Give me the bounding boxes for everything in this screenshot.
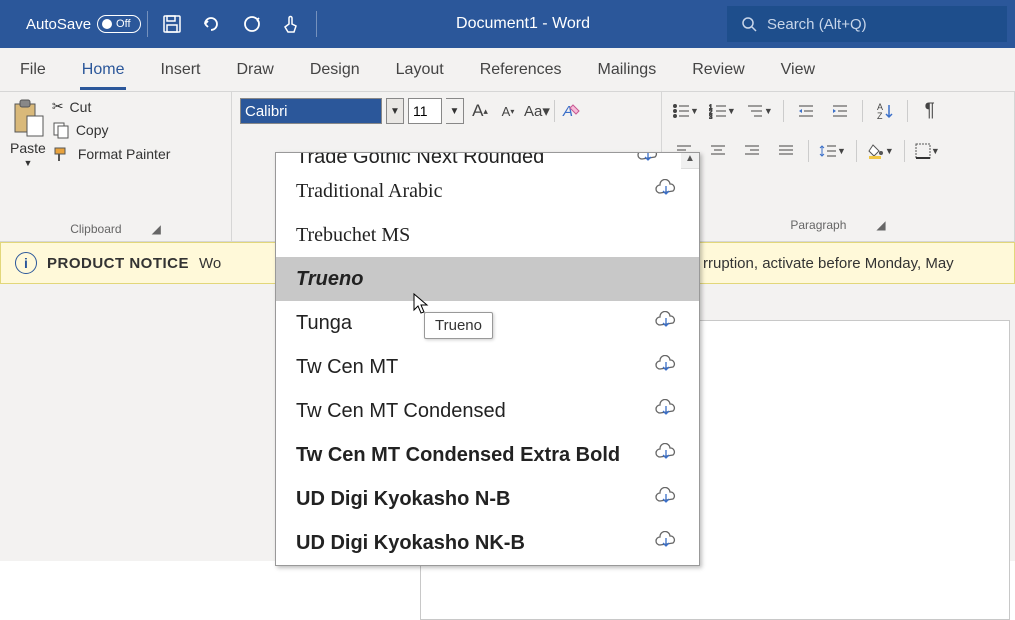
bullets-icon[interactable]: ▼	[672, 98, 699, 124]
ribbon-tabs: File Home Insert Draw Design Layout Refe…	[0, 48, 1015, 92]
tab-references[interactable]: References	[478, 53, 564, 87]
sort-icon[interactable]: AZ	[873, 98, 897, 124]
paragraph-label: Paragraph	[790, 218, 846, 232]
autosave-label: AutoSave	[26, 16, 91, 33]
paste-button[interactable]: Paste ▼	[10, 98, 46, 219]
notice-text-left: Wo	[199, 255, 221, 272]
scroll-up-button[interactable]: ▲	[681, 153, 699, 169]
font-option[interactable]: UD Digi Kyokasho N-B	[276, 477, 699, 521]
tab-mailings[interactable]: Mailings	[596, 53, 659, 87]
font-option[interactable]: Tw Cen MT Condensed Extra Bold	[276, 433, 699, 477]
cloud-download-icon[interactable]	[653, 487, 679, 511]
copy-icon	[52, 121, 70, 139]
increase-font-icon[interactable]: A▴	[468, 98, 492, 124]
font-dropdown-list[interactable]: ▲ Trade Gothic Next RoundedTraditional A…	[275, 152, 700, 566]
cloud-download-icon[interactable]	[653, 179, 679, 203]
clear-formatting-icon[interactable]: A	[559, 98, 583, 124]
justify-icon[interactable]	[774, 138, 798, 164]
change-case-button[interactable]: Aa▾	[524, 98, 550, 124]
notice-text-right: rruption, activate before Monday, May	[703, 255, 954, 272]
undo-button[interactable]	[194, 6, 230, 42]
save-icon[interactable]	[154, 6, 190, 42]
search-placeholder: Search (Alt+Q)	[767, 16, 867, 33]
info-icon: i	[15, 252, 37, 274]
tab-review[interactable]: Review	[690, 53, 746, 87]
dialog-launcher-icon[interactable]: ◢	[876, 218, 885, 232]
brush-icon	[52, 145, 72, 163]
title-bar: AutoSave Off Document1 - Word Search (Al…	[0, 0, 1015, 48]
svg-text:A: A	[562, 103, 573, 120]
increase-indent-icon[interactable]	[828, 98, 852, 124]
cloud-download-icon[interactable]	[635, 153, 661, 169]
tab-insert[interactable]: Insert	[158, 53, 202, 87]
separator	[316, 11, 317, 37]
show-marks-icon[interactable]: ¶	[918, 98, 942, 124]
paste-icon	[11, 98, 45, 138]
line-spacing-icon[interactable]: ▼	[819, 138, 846, 164]
font-size-input[interactable]	[408, 98, 442, 124]
tab-view[interactable]: View	[779, 53, 817, 87]
separator	[147, 11, 148, 37]
tab-layout[interactable]: Layout	[394, 53, 446, 87]
paragraph-group: ▼ 123▼ ▼ AZ ¶ ▼ ▼ ▼	[662, 92, 1015, 241]
font-option[interactable]: Traditional Arabic	[276, 169, 699, 213]
decrease-indent-icon[interactable]	[794, 98, 818, 124]
search-icon	[741, 16, 757, 32]
autosave-control[interactable]: AutoSave Off	[26, 15, 141, 33]
document-title: Document1 - Word	[323, 15, 723, 33]
cloud-download-icon[interactable]	[653, 531, 679, 555]
format-painter-button[interactable]: Format Painter	[52, 145, 171, 163]
cloud-download-icon[interactable]	[653, 399, 679, 423]
touch-mode-icon[interactable]	[274, 6, 310, 42]
font-dropdown-button[interactable]: ▼	[386, 98, 404, 124]
font-option[interactable]: Tw Cen MT Condensed	[276, 389, 699, 433]
font-option[interactable]: Trade Gothic Next Rounded	[276, 153, 681, 169]
cloud-download-icon[interactable]	[653, 443, 679, 467]
tab-file[interactable]: File	[18, 53, 48, 87]
dialog-launcher-icon[interactable]: ◢	[152, 222, 161, 236]
cloud-download-icon[interactable]	[653, 311, 679, 335]
font-option[interactable]: Tw Cen MT	[276, 345, 699, 389]
tab-home[interactable]: Home	[80, 53, 127, 90]
borders-icon[interactable]: ▼	[915, 138, 940, 164]
cut-button[interactable]: ✂Cut	[52, 98, 171, 115]
svg-text:Z: Z	[877, 111, 883, 120]
redo-button[interactable]	[234, 6, 270, 42]
font-tooltip: Trueno	[424, 312, 493, 339]
shading-icon[interactable]: ▼	[867, 138, 894, 164]
align-right-icon[interactable]	[740, 138, 764, 164]
numbering-icon[interactable]: 123▼	[709, 98, 736, 124]
svg-text:3: 3	[709, 115, 713, 119]
autosave-toggle[interactable]: Off	[97, 15, 141, 33]
tab-design[interactable]: Design	[308, 53, 362, 87]
cloud-download-icon[interactable]	[653, 355, 679, 379]
font-option[interactable]: Trebuchet MS	[276, 213, 699, 257]
copy-button[interactable]: Copy	[52, 121, 171, 139]
tab-draw[interactable]: Draw	[234, 53, 275, 87]
clipboard-label: Clipboard	[70, 222, 121, 236]
font-size-dropdown[interactable]: ▼	[446, 98, 464, 124]
align-center-icon[interactable]	[706, 138, 730, 164]
decrease-font-icon[interactable]: A▾	[496, 98, 520, 124]
search-input[interactable]: Search (Alt+Q)	[727, 6, 1007, 42]
multilevel-list-icon[interactable]: ▼	[746, 98, 773, 124]
font-name-input[interactable]	[240, 98, 382, 124]
font-option[interactable]: Trueno	[276, 257, 699, 301]
font-option[interactable]: UD Digi Kyokasho NK-B	[276, 521, 699, 565]
scissors-icon: ✂	[52, 98, 64, 115]
clipboard-group: Paste ▼ ✂Cut Copy Format Painter Clipboa…	[0, 92, 232, 241]
notice-title: PRODUCT NOTICE	[47, 255, 189, 272]
